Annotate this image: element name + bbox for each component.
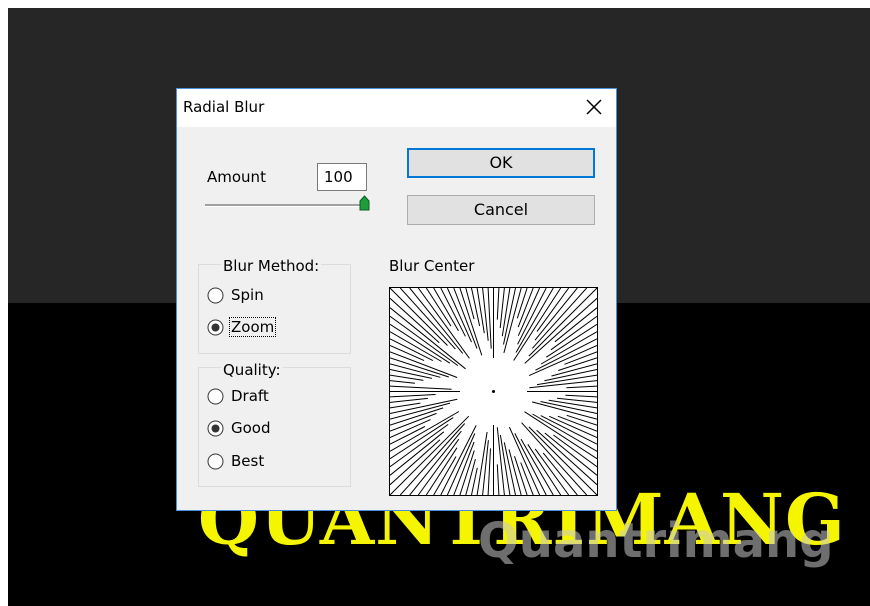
zoom-line (496, 464, 500, 496)
zoom-line (499, 287, 505, 328)
radio-label-best: Best (231, 452, 265, 470)
radial-blur-dialog: Radial Blur Amount 100 OK Cancel Blur Me… (176, 88, 617, 511)
dialog-title: Radial Blur (183, 98, 265, 116)
zoom-line (389, 380, 415, 384)
zoom-line (389, 407, 444, 426)
zoom-line (531, 287, 588, 349)
ok-button[interactable]: OK (407, 148, 595, 178)
blur-center-preview[interactable] (389, 287, 598, 496)
zoom-line (409, 287, 464, 354)
zoom-line (517, 287, 541, 337)
radio-label-good: Good (231, 419, 271, 437)
zoom-line (566, 385, 598, 389)
title-bar: Radial Blur (177, 89, 616, 127)
close-icon[interactable] (582, 95, 606, 119)
quality-title: Quality: (221, 361, 283, 379)
zoom-line (514, 433, 547, 496)
zoom-line (389, 397, 428, 403)
zoom-line (548, 415, 598, 439)
cancel-button[interactable]: Cancel (407, 195, 595, 225)
radio-label-zoom: Zoom (229, 317, 277, 337)
radio-label-draft: Draft (231, 387, 269, 405)
zoom-line (389, 385, 452, 390)
amount-input[interactable]: 100 (317, 163, 367, 191)
zoom-line (535, 338, 598, 371)
zoom-line (557, 397, 598, 403)
zoom-line (487, 448, 491, 496)
amount-label: Amount (207, 168, 266, 186)
zoom-line (516, 287, 528, 319)
zoom-line (482, 287, 489, 341)
blur-method-title: Blur Method: (221, 257, 322, 275)
zoom-line (565, 394, 598, 398)
blur-method-group (198, 264, 351, 354)
zoom-line (542, 452, 578, 496)
radio-draft[interactable] (207, 388, 224, 405)
amount-slider-track[interactable] (205, 204, 367, 207)
zoom-line (433, 287, 459, 332)
watermark-logo: Quantrimang (478, 513, 834, 569)
zoom-line (389, 369, 433, 379)
zoom-line (433, 456, 457, 496)
radio-good[interactable] (207, 420, 224, 437)
zoom-line (389, 394, 436, 398)
zoom-line (566, 414, 598, 426)
zoom-line (389, 411, 460, 452)
radio-best[interactable] (207, 453, 224, 470)
zoom-line (482, 440, 489, 496)
zoom-lines-graphic (389, 287, 598, 496)
zoom-line (496, 287, 500, 320)
radio-spin[interactable] (207, 287, 224, 304)
zoom-line (399, 287, 456, 350)
blur-center-label: Blur Center (389, 257, 475, 275)
zoom-line (554, 307, 598, 343)
radio-zoom[interactable] (207, 319, 224, 336)
amount-slider-thumb[interactable] (359, 195, 370, 211)
zoom-line (536, 429, 598, 486)
zoom-line (465, 458, 476, 496)
zoom-line (440, 287, 466, 337)
zoom-line (389, 402, 421, 409)
zoom-line (389, 338, 434, 362)
center-point (492, 390, 495, 393)
radio-label-spin: Spin (231, 286, 264, 304)
